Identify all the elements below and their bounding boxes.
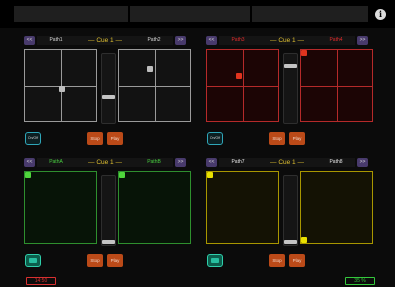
xy-pad-left[interactable] xyxy=(206,171,279,244)
xy-pad-left[interactable] xyxy=(206,49,279,122)
path-left-label: Path3 xyxy=(231,37,245,43)
pad-crosshair-vertical xyxy=(337,50,338,121)
cue-label: — Cue 1 — xyxy=(88,37,122,44)
next-button[interactable]: >> xyxy=(175,158,186,167)
fader-knob[interactable] xyxy=(284,240,297,244)
cue-label: — Cue 1 — xyxy=(270,37,304,44)
pad-crosshair-vertical xyxy=(155,50,156,121)
panel-header: << Path1 — Cue 1 — Path2 >> xyxy=(24,36,186,47)
stop-button[interactable]: Stop xyxy=(87,254,103,267)
fader-knob[interactable] xyxy=(284,64,297,68)
header-bar: Path7 — Cue 1 — Path8 xyxy=(219,158,355,167)
top-bar-segment[interactable] xyxy=(130,6,250,22)
on-off-button[interactable]: On/Off xyxy=(207,132,223,145)
pad-handle[interactable] xyxy=(119,172,125,178)
power-indicator-icon xyxy=(29,258,37,263)
cue-label: — Cue 1 — xyxy=(270,159,304,166)
path-right-label: Path2 xyxy=(147,37,161,43)
stop-button[interactable]: Stop xyxy=(269,132,285,145)
header-bar: Path3 — Cue 1 — Path4 xyxy=(219,36,355,45)
path-left-label: Path7 xyxy=(231,159,245,165)
play-button[interactable]: Play xyxy=(289,132,305,145)
time-display: 14:50 xyxy=(26,277,56,285)
fader-track[interactable] xyxy=(283,175,298,246)
on-off-button[interactable] xyxy=(207,254,223,267)
path-left-label: PathA xyxy=(49,159,63,165)
pad-handle[interactable] xyxy=(236,73,242,79)
xy-pad-right[interactable] xyxy=(300,171,373,244)
fader-knob[interactable] xyxy=(102,95,115,99)
info-icon[interactable]: i xyxy=(375,9,386,20)
fader-knob[interactable] xyxy=(102,240,115,244)
power-indicator-icon xyxy=(211,258,219,263)
pad-handle[interactable] xyxy=(59,86,65,92)
top-bar: i xyxy=(0,0,395,28)
pad-handle[interactable] xyxy=(25,172,31,178)
previous-button[interactable]: << xyxy=(206,158,217,167)
on-off-label: On/Off xyxy=(209,136,221,140)
header-bar: Path1 — Cue 1 — Path2 xyxy=(37,36,173,45)
top-bar-segment[interactable] xyxy=(14,6,128,22)
xy-pad-right[interactable] xyxy=(118,171,191,244)
previous-button[interactable]: << xyxy=(24,158,35,167)
xy-pad-left[interactable] xyxy=(24,171,97,244)
next-button[interactable]: >> xyxy=(357,158,368,167)
on-off-button[interactable] xyxy=(25,254,41,267)
fader-track[interactable] xyxy=(101,175,116,246)
path-left-label: Path1 xyxy=(49,37,63,43)
pad-crosshair-vertical xyxy=(243,50,244,121)
cue-panel: << Path1 — Cue 1 — Path2 >> On/Off Stop … xyxy=(24,36,211,154)
panel-header: << Path7 — Cue 1 — Path8 >> xyxy=(206,158,368,169)
stop-button[interactable]: Stop xyxy=(269,254,285,267)
percent-display: 35 % xyxy=(345,277,375,285)
panel-header: << PathA — Cue 1 — PathB >> xyxy=(24,158,186,169)
pad-handle[interactable] xyxy=(207,172,213,178)
cue-panel: << Path3 — Cue 1 — Path4 >> On/Off Stop … xyxy=(206,36,393,154)
xy-pad-right[interactable] xyxy=(118,49,191,122)
cue-panel: << PathA — Cue 1 — PathB >> Stop Play xyxy=(24,158,211,276)
fader-track[interactable] xyxy=(283,53,298,124)
play-button[interactable]: Play xyxy=(107,132,123,145)
on-off-label: On/Off xyxy=(27,136,39,140)
previous-button[interactable]: << xyxy=(206,36,217,45)
cue-panel: << Path7 — Cue 1 — Path8 >> Stop Play xyxy=(206,158,393,276)
next-button[interactable]: >> xyxy=(175,36,186,45)
on-off-button[interactable]: On/Off xyxy=(25,132,41,145)
top-bar-segment[interactable] xyxy=(252,6,368,22)
play-button[interactable]: Play xyxy=(107,254,123,267)
next-button[interactable]: >> xyxy=(357,36,368,45)
cue-label: — Cue 1 — xyxy=(88,159,122,166)
stop-button[interactable]: Stop xyxy=(87,132,103,145)
fader-track[interactable] xyxy=(101,53,116,124)
xy-pad-right[interactable] xyxy=(300,49,373,122)
pad-handle[interactable] xyxy=(301,50,307,56)
pad-handle[interactable] xyxy=(301,237,307,243)
panel-header: << Path3 — Cue 1 — Path4 >> xyxy=(206,36,368,47)
path-right-label: Path8 xyxy=(329,159,343,165)
xy-pad-left[interactable] xyxy=(24,49,97,122)
previous-button[interactable]: << xyxy=(24,36,35,45)
pad-handle[interactable] xyxy=(147,66,153,72)
header-bar: PathA — Cue 1 — PathB xyxy=(37,158,173,167)
play-button[interactable]: Play xyxy=(289,254,305,267)
path-right-label: PathB xyxy=(147,159,161,165)
path-right-label: Path4 xyxy=(329,37,343,43)
